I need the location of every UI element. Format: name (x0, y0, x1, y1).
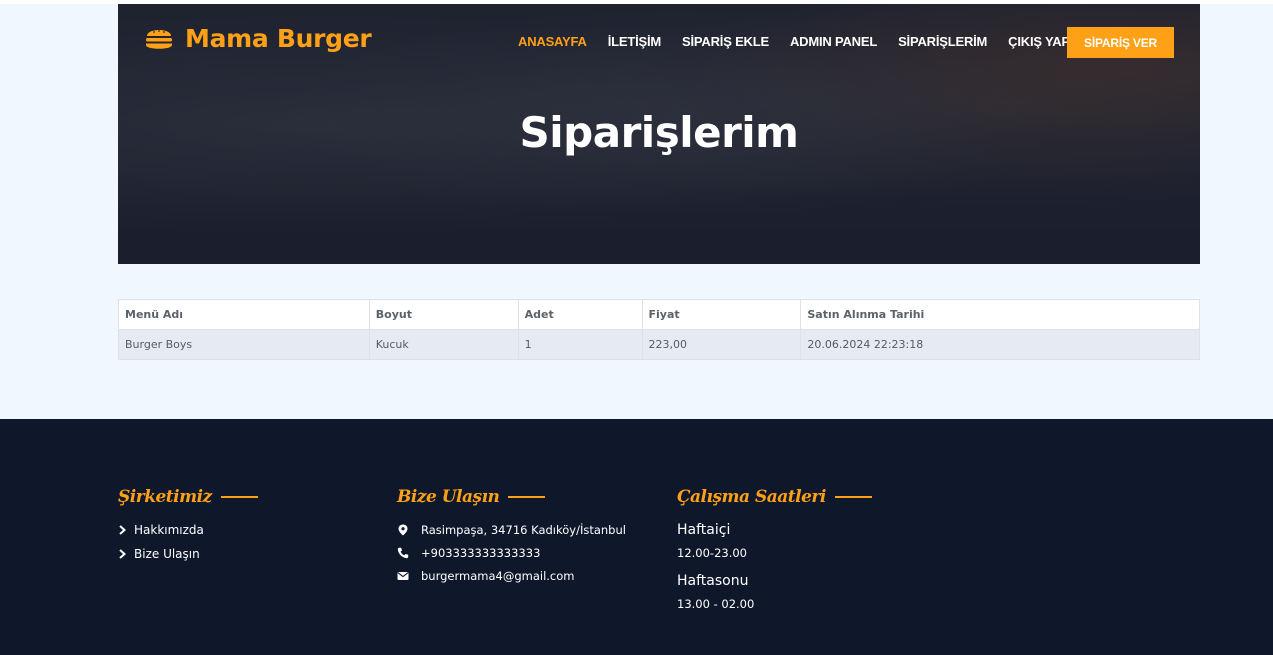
brand-name: Mama Burger (185, 24, 372, 53)
footer-company-section: Şirketimiz Hakkımızda Bize Ulaşın (118, 487, 258, 561)
contact-address-text: Rasimpaşa, 34716 Kadıköy/İstanbul (421, 523, 626, 537)
cell-size: Kucuk (368, 329, 519, 360)
hours-weekend-value: 13.00 - 02.00 (677, 597, 755, 611)
heading-underline (220, 496, 258, 498)
hours-weekday-value: 12.00-23.00 (677, 546, 747, 560)
page-title: Siparişlerim (519, 108, 799, 157)
hamburger-icon (144, 25, 174, 53)
footer-heading-contact-text: Bize Ulaşın (397, 487, 500, 507)
nav-admin-panel[interactable]: ADMIN PANEL (790, 34, 877, 49)
heading-underline (508, 496, 546, 498)
column-header-purchase-date: Satın Alınma Tarihi (800, 299, 1200, 330)
nav-my-orders[interactable]: SİPARİŞLERİM (898, 34, 987, 49)
envelope-icon (397, 572, 409, 580)
footer-heading-contact: Bize Ulaşın (397, 487, 626, 507)
place-order-button[interactable]: SİPARİŞ VER (1067, 27, 1174, 58)
footer-heading-hours: Çalışma Saatleri (677, 487, 872, 507)
contact-address: Rasimpaşa, 34716 Kadıköy/İstanbul (397, 523, 626, 537)
heading-underline (834, 496, 872, 498)
column-header-menu-name: Menü Adı (118, 299, 370, 330)
footer-hours-section: Çalışma Saatleri Haftaiçi 12.00-23.00 Ha… (677, 487, 872, 611)
table-row: Burger Boys Kucuk 1 223,00 20.06.2024 22… (118, 329, 1200, 360)
hero-header: Mama Burger ANASAYFA İLETİŞİM SİPARİŞ EK… (118, 4, 1200, 264)
hours-weekend-label: Haftasonu (677, 573, 749, 589)
contact-email-text: burgermama4@gmail.com (421, 569, 575, 583)
footer-heading-company: Şirketimiz (118, 487, 258, 507)
cell-menu-name: Burger Boys (118, 329, 370, 360)
nav-add-order[interactable]: SİPARİŞ EKLE (682, 34, 769, 49)
table-header-row: Menü Adı Boyut Adet Fiyat Satın Alınma T… (118, 299, 1200, 330)
map-marker-icon (398, 524, 408, 536)
footer-heading-hours-text: Çalışma Saatleri (677, 487, 826, 507)
column-header-price: Fiyat (641, 299, 802, 330)
footer-heading-company-text: Şirketimiz (118, 487, 212, 507)
chevron-right-icon (119, 525, 127, 535)
nav-contact[interactable]: İLETİŞİM (608, 34, 661, 49)
footer-link-about[interactable]: Hakkımızda (118, 523, 258, 537)
site-footer: Şirketimiz Hakkımızda Bize Ulaşın Bize U… (0, 419, 1273, 655)
footer-link-contact[interactable]: Bize Ulaşın (118, 547, 258, 561)
cell-quantity: 1 (517, 329, 643, 360)
contact-phone: +903333333333333 (397, 546, 626, 560)
hours-weekday-label: Haftaiçi (677, 522, 731, 538)
cell-purchase-date: 20.06.2024 22:23:18 (800, 329, 1200, 360)
nav-home[interactable]: ANASAYFA (518, 34, 587, 49)
column-header-size: Boyut (368, 299, 519, 330)
main-nav: ANASAYFA İLETİŞİM SİPARİŞ EKLE ADMIN PAN… (518, 34, 1091, 49)
contact-phone-text: +903333333333333 (421, 546, 541, 560)
contact-email: burgermama4@gmail.com (397, 569, 626, 583)
cell-price: 223,00 (641, 329, 802, 360)
nav-logout[interactable]: ÇIKIŞ YAP (1008, 34, 1070, 49)
brand-logo[interactable]: Mama Burger (144, 24, 372, 53)
footer-link-contact-label: Bize Ulaşın (134, 547, 200, 561)
column-header-quantity: Adet (517, 299, 643, 330)
footer-contact-section: Bize Ulaşın Rasimpaşa, 34716 Kadıköy/İst… (397, 487, 626, 583)
orders-table: Menü Adı Boyut Adet Fiyat Satın Alınma T… (118, 299, 1200, 360)
footer-link-about-label: Hakkımızda (134, 523, 204, 537)
chevron-right-icon (119, 549, 127, 559)
phone-icon (397, 547, 409, 559)
